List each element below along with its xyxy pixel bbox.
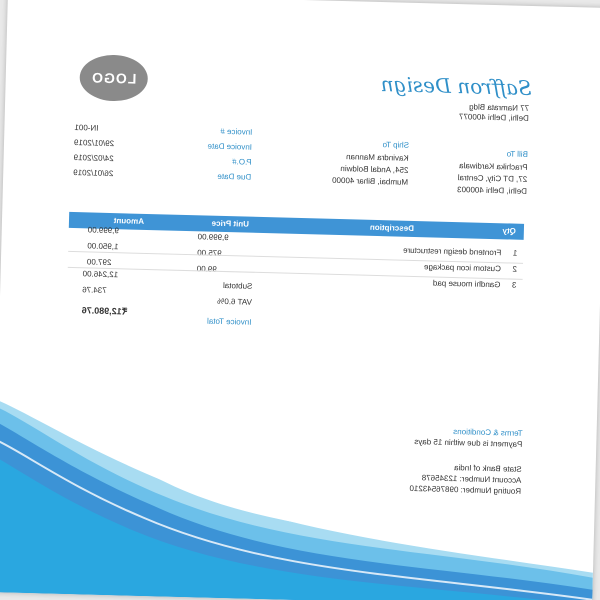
company-name: Saffron Design xyxy=(380,72,532,100)
qty-header: Qty xyxy=(502,226,516,236)
table-cell-description: Frontend design restructure xyxy=(402,245,502,258)
company-address: 77 Namrata Bldg Delhi, Delhi 400077 xyxy=(419,101,529,124)
bill-to-line: Delhi, Delhi 400003 xyxy=(456,185,528,196)
invoice-date-value: 29/01/2019 xyxy=(73,138,115,149)
invoice-number-value: IN-001 xyxy=(74,123,99,133)
subtotal-label: Subtotal xyxy=(222,280,253,291)
invoice-total-value: ₹12,980.76 xyxy=(81,305,128,317)
invoice-meta-labels: Invoice # Invoice Date P.O.# Due Date xyxy=(207,124,253,185)
table-cell-amount: 9,999.00 xyxy=(87,225,120,236)
table-cell-unit-price: 9,999.00 xyxy=(197,232,229,243)
photo-stage: LOGO Saffron Design 77 Namrata Bldg Delh… xyxy=(0,0,600,600)
totals-values: 12,246.00 734.76 ₹12,980.76 xyxy=(81,266,148,320)
description-header: Description xyxy=(369,222,415,233)
invoice-meta-values: IN-001 29/01/2019 24/02/2019 26/01/2019 xyxy=(73,120,135,182)
company-address-line2: Delhi, Delhi 400077 xyxy=(458,112,529,123)
due-date-label: Due Date xyxy=(217,171,252,182)
vat-label: VAT 6.0% xyxy=(217,296,253,307)
vat-value: 734.76 xyxy=(82,285,107,295)
subtotal-value: 12,246.00 xyxy=(82,269,119,280)
due-date-value: 26/01/2019 xyxy=(73,168,114,179)
invoice-number-label: Invoice # xyxy=(220,126,253,137)
qty-column: 1 2 3 xyxy=(512,246,518,294)
invoice-date-label: Invoice Date xyxy=(207,141,253,152)
table-cell-qty: 2 xyxy=(512,264,517,274)
description-column: Frontend design restructure Custom icon … xyxy=(402,243,502,294)
invoice-sheet: LOGO Saffron Design 77 Namrata Bldg Delh… xyxy=(0,0,600,600)
po-label: P.O.# xyxy=(232,157,252,167)
po-value: 24/02/2019 xyxy=(73,153,114,164)
ship-to-label: Ship To xyxy=(382,140,410,150)
invoice-total-label: Invoice Total xyxy=(206,316,252,327)
decorative-waves xyxy=(0,387,594,600)
table-cell-qty: 3 xyxy=(511,280,517,290)
amount-column: 9,999.00 1,950.00 297.00 xyxy=(87,222,150,272)
bill-to-block: Prachika Kardiwala 27, DT City, Central … xyxy=(457,160,528,198)
ship-to-block: Kavindra Mannan 254, Andal Boldwin Mumba… xyxy=(332,151,409,189)
ship-to-line: Mumbai, Bihar 40000 xyxy=(331,175,409,187)
logo-placeholder: LOGO xyxy=(79,54,149,102)
table-cell-qty: 1 xyxy=(512,248,518,258)
unit-price-header: Unit Price xyxy=(211,218,250,229)
bill-to-label: Bill To xyxy=(506,149,529,159)
totals-labels: Subtotal VAT 6.0% Invoice Total xyxy=(207,278,253,331)
